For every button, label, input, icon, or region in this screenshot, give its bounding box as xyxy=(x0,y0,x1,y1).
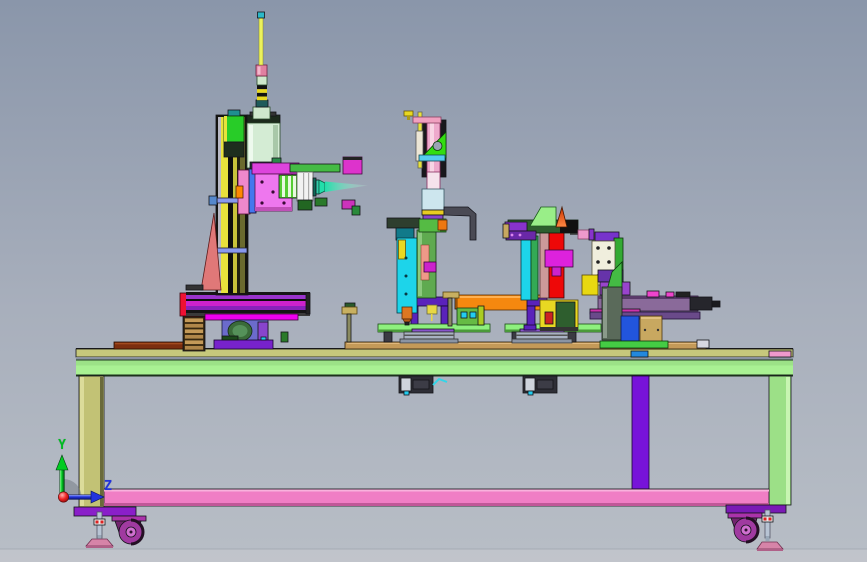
support-post[interactable] xyxy=(631,375,650,490)
machine-3d-view xyxy=(0,0,867,562)
fixture-plate-end-cap xyxy=(696,339,710,349)
rotary-stage[interactable] xyxy=(511,328,573,344)
caster-bracket-left xyxy=(73,506,137,517)
controller-box-blue[interactable] xyxy=(620,315,640,342)
column-motor xyxy=(223,109,245,158)
mount-block xyxy=(601,286,623,341)
tabletop[interactable] xyxy=(75,348,794,377)
ground-plane-strip xyxy=(0,549,867,562)
table-leg-right[interactable] xyxy=(768,375,792,506)
gripper-tip xyxy=(401,306,413,320)
stock-bar[interactable] xyxy=(113,341,187,350)
gripper-slide[interactable] xyxy=(395,227,418,326)
slide-plate xyxy=(204,313,299,321)
z-axis-label: Z xyxy=(104,479,112,494)
cad-viewport[interactable]: Y Z xyxy=(0,0,867,562)
tabletop-pink-patch xyxy=(768,350,792,358)
caster-bracket-right xyxy=(725,504,787,514)
lower-shelf[interactable] xyxy=(103,488,770,507)
tool-box xyxy=(539,299,579,331)
pneumatic-cylinder[interactable] xyxy=(246,111,282,171)
controller-box-tan[interactable] xyxy=(639,315,663,343)
ground-plane xyxy=(0,548,867,550)
y-axis-label: Y xyxy=(58,438,66,453)
press-column[interactable] xyxy=(416,229,437,299)
linear-rail-horizontal[interactable] xyxy=(186,292,311,316)
conveyor-end-block[interactable] xyxy=(456,305,485,326)
cylinder-neck xyxy=(252,106,271,120)
tabletop-blue-patch xyxy=(630,350,649,358)
origin-ball xyxy=(57,491,69,503)
